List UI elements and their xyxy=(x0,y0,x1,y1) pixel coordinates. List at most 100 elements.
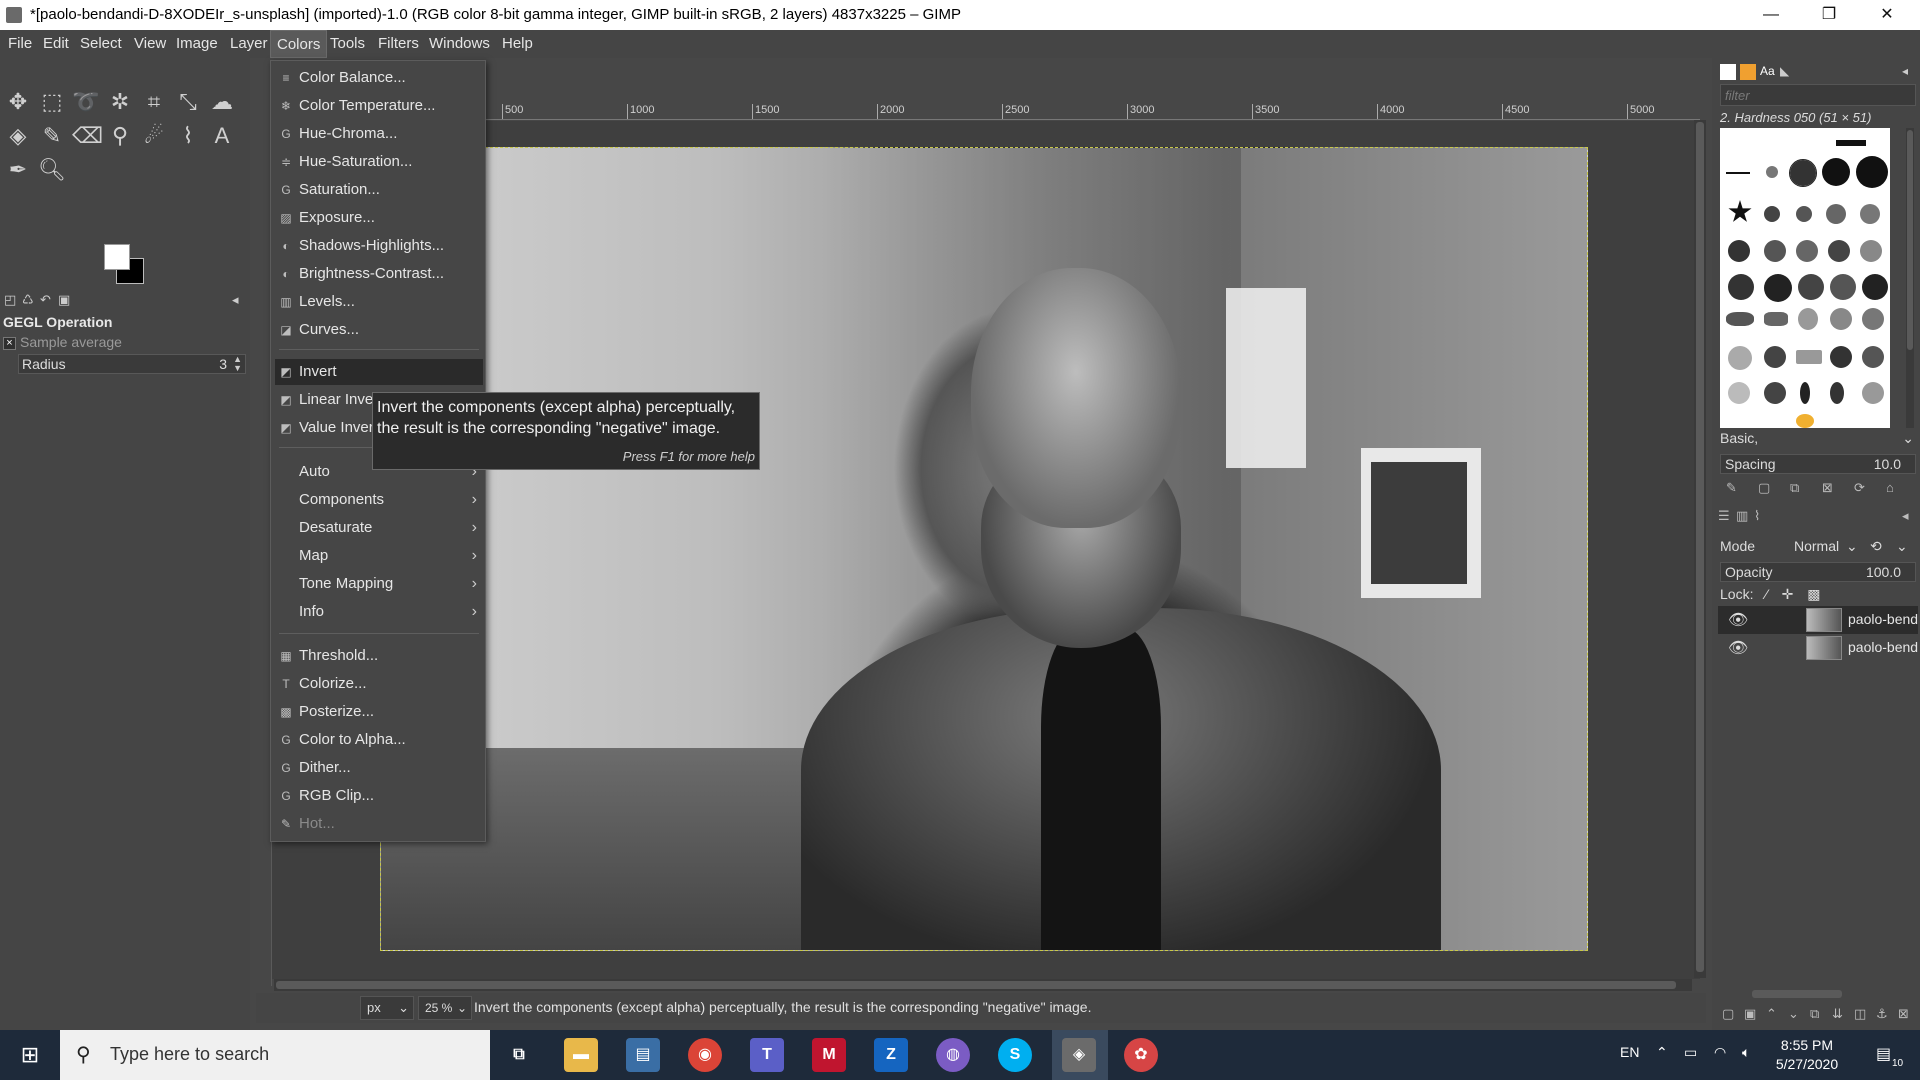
channels-tab-icon[interactable]: ▥ xyxy=(1736,508,1748,524)
brush-tag-icon[interactable]: ⌂ xyxy=(1886,480,1894,495)
brush-item[interactable] xyxy=(1830,274,1856,300)
brush-item[interactable] xyxy=(1862,308,1884,330)
undo-history-tab-icon[interactable]: ↶ xyxy=(40,292,56,308)
menu-windows[interactable]: Windows xyxy=(423,30,496,58)
menu-item-levels[interactable]: ▥ Levels... xyxy=(275,289,483,315)
paint-app-icon[interactable]: ✿ xyxy=(1124,1038,1158,1072)
refresh-brushes-icon[interactable]: ⟳ xyxy=(1854,480,1865,496)
brush-item[interactable] xyxy=(1728,200,1752,222)
paths-tool-icon[interactable]: ⌇ xyxy=(174,122,202,150)
opacity-spinner[interactable]: Opacity 100.0 xyxy=(1720,562,1916,582)
horizontal-scrollbar[interactable] xyxy=(274,979,1692,991)
brush-item[interactable] xyxy=(1764,274,1792,302)
patterns-tab-icon[interactable] xyxy=(1740,64,1756,80)
brush-item[interactable] xyxy=(1728,382,1750,404)
mode-reset-icon[interactable]: ⟲ xyxy=(1870,538,1882,555)
brush-item[interactable] xyxy=(1836,140,1866,146)
paths-tab-icon[interactable]: ⌇ xyxy=(1754,508,1760,524)
brush-item[interactable] xyxy=(1828,240,1850,262)
edit-brush-icon[interactable]: ✎ xyxy=(1726,480,1737,496)
tool-options-tab-icon[interactable]: ◰ xyxy=(4,292,20,308)
menu-help[interactable]: Help xyxy=(496,30,539,58)
brush-item[interactable] xyxy=(1796,414,1814,428)
clone-tool-icon[interactable]: ⚲ xyxy=(106,122,134,150)
brush-item[interactable] xyxy=(1862,346,1884,368)
menu-item-brightness-contrast[interactable]: ◐ Brightness-Contrast... xyxy=(275,261,483,287)
device-status-tab-icon[interactable]: ♺ xyxy=(22,292,38,308)
menu-item-desaturate[interactable]: Desaturate › xyxy=(275,515,483,541)
brush-item[interactable] xyxy=(1798,308,1818,330)
chrome-icon[interactable]: ◉ xyxy=(688,1038,722,1072)
menu-file[interactable]: File xyxy=(2,30,38,58)
raise-layer-icon[interactable]: ⌃ xyxy=(1766,1006,1777,1022)
language-indicator[interactable]: EN xyxy=(1620,1044,1639,1060)
menu-item-color-to-alpha[interactable]: G Color to Alpha... xyxy=(275,727,483,753)
brush-scrollbar[interactable] xyxy=(1906,128,1914,428)
lasso-tool-icon[interactable]: ➰ xyxy=(72,88,100,116)
merge-layer-icon[interactable]: ⇊ xyxy=(1832,1006,1843,1022)
minimize-button[interactable]: — xyxy=(1742,0,1800,30)
menu-item-invert[interactable]: ◩ Invert xyxy=(275,359,483,385)
sample-average-checkbox[interactable]: × xyxy=(3,336,16,350)
rect-select-tool-icon[interactable]: ⬚ xyxy=(38,88,66,116)
menu-item-hue-chroma[interactable]: G Hue-Chroma... xyxy=(275,121,483,147)
brush-filter-input[interactable]: filter xyxy=(1720,84,1916,106)
new-layer-group-icon[interactable]: ▣ xyxy=(1744,1006,1756,1022)
chevron-up-icon[interactable]: ⌃ xyxy=(1656,1044,1668,1061)
menu-edit[interactable]: Edit xyxy=(37,30,75,58)
brush-item[interactable] xyxy=(1766,166,1778,178)
scrollbar-thumb[interactable] xyxy=(276,981,1676,989)
brush-item[interactable] xyxy=(1798,274,1824,300)
brush-item[interactable] xyxy=(1862,382,1884,404)
new-layer-icon[interactable]: ▢ xyxy=(1722,1006,1734,1022)
menu-colors[interactable]: Colors xyxy=(270,30,328,58)
radius-spinner[interactable]: Radius 3 ▲ ▼ xyxy=(18,354,246,374)
brush-item[interactable] xyxy=(1830,308,1852,330)
dock-menu-icon[interactable]: ◂ xyxy=(232,292,248,308)
paint-dynamics-tab-icon[interactable]: ◣ xyxy=(1780,64,1796,80)
bucket-fill-tool-icon[interactable]: ◈ xyxy=(4,122,32,150)
close-button[interactable]: ✕ xyxy=(1858,0,1916,30)
gimp-icon[interactable]: ◈ xyxy=(1062,1038,1096,1072)
menu-item-components[interactable]: Components › xyxy=(275,487,483,513)
mode-select[interactable]: Normal xyxy=(1794,538,1839,554)
text-tool-icon[interactable]: A xyxy=(208,122,236,150)
layers-tab-icon[interactable]: ☰ xyxy=(1718,508,1730,524)
lock-alpha-icon[interactable]: ▩ xyxy=(1807,586,1820,602)
fuzzy-select-tool-icon[interactable]: ✲ xyxy=(106,88,134,116)
brush-preset-select[interactable]: Basic, ⌄ xyxy=(1720,430,1916,450)
menu-item-colorize[interactable]: T Colorize... xyxy=(275,671,483,697)
menu-item-color-temperature[interactable]: ❄ Color Temperature... xyxy=(275,93,483,119)
menu-item-shadows-highlights[interactable]: ◐ Shadows-Highlights... xyxy=(275,233,483,259)
menu-item-tone-mapping[interactable]: Tone Mapping › xyxy=(275,571,483,597)
move-tool-icon[interactable]: ✥ xyxy=(4,88,32,116)
new-brush-icon[interactable]: ▢ xyxy=(1758,480,1770,496)
brush-item[interactable] xyxy=(1862,274,1888,300)
wifi-icon[interactable]: ◠ xyxy=(1714,1044,1726,1061)
task-view-icon[interactable]: ⧉ xyxy=(502,1038,536,1072)
brush-item[interactable] xyxy=(1764,240,1786,262)
brush-item[interactable] xyxy=(1796,350,1822,364)
menu-item-exposure[interactable]: ▨ Exposure... xyxy=(275,205,483,231)
delete-brush-icon[interactable]: ⊠ xyxy=(1822,480,1833,496)
color-picker-tool-icon[interactable]: ✒ xyxy=(4,156,32,184)
transform-tool-icon[interactable]: ⤡ xyxy=(174,88,202,116)
menu-filters[interactable]: Filters xyxy=(372,30,425,58)
lock-position-icon[interactable]: ✛ xyxy=(1782,586,1794,602)
brush-item[interactable] xyxy=(1764,206,1780,222)
zotero-icon[interactable]: Z xyxy=(874,1038,908,1072)
smudge-tool-icon[interactable]: ☄ xyxy=(140,122,168,150)
brush-item[interactable] xyxy=(1726,312,1754,326)
lock-pixels-icon[interactable]: ⁄ xyxy=(1765,586,1767,602)
notifications-icon[interactable]: ▤ xyxy=(1876,1044,1891,1064)
menu-item-hot[interactable]: ✎ Hot... xyxy=(275,811,483,837)
office-app-icon[interactable]: ▤ xyxy=(626,1038,660,1072)
brush-item[interactable] xyxy=(1830,346,1852,368)
file-explorer-icon[interactable]: ▬ xyxy=(564,1038,598,1072)
brush-item[interactable] xyxy=(1796,206,1812,222)
delete-layer-icon[interactable]: ⊠ xyxy=(1898,1006,1909,1022)
brush-item[interactable] xyxy=(1764,312,1788,326)
menu-view[interactable]: View xyxy=(128,30,172,58)
spacing-spinner[interactable]: Spacing 10.0 xyxy=(1720,454,1916,474)
brush-item[interactable] xyxy=(1860,240,1882,262)
